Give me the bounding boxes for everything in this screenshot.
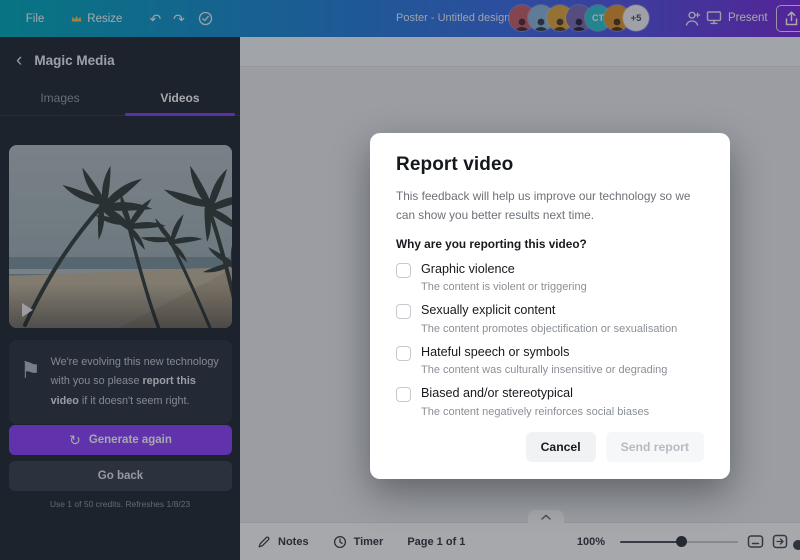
option-sexually-explicit[interactable]: Sexually explicit content The content pr… (396, 303, 704, 336)
checkbox[interactable] (396, 345, 411, 361)
report-options: Graphic violence The content is violent … (396, 262, 704, 419)
cancel-button[interactable]: Cancel (525, 431, 596, 462)
option-graphic-violence[interactable]: Graphic violence The content is violent … (396, 262, 704, 295)
send-report-button[interactable]: Send report (605, 431, 704, 462)
dialog-title: Report video (396, 154, 514, 175)
checkbox[interactable] (396, 304, 411, 320)
checkbox[interactable] (396, 262, 411, 278)
dialog-question: Why are you reporting this video? (396, 236, 587, 251)
dialog-description: This feedback will help us improve our t… (396, 189, 691, 222)
report-video-dialog: Report video This feedback will help us … (370, 133, 730, 479)
checkbox[interactable] (396, 387, 411, 403)
canva-editor: s File Resize ↶ ↷ Poster - Untitled desi… (0, 0, 800, 560)
option-biased-stereotypical[interactable]: Biased and/or stereotypical The content … (396, 386, 704, 419)
dialog-actions: Cancel Send report (396, 431, 704, 462)
option-hateful-speech[interactable]: Hateful speech or symbols The content wa… (396, 345, 704, 378)
